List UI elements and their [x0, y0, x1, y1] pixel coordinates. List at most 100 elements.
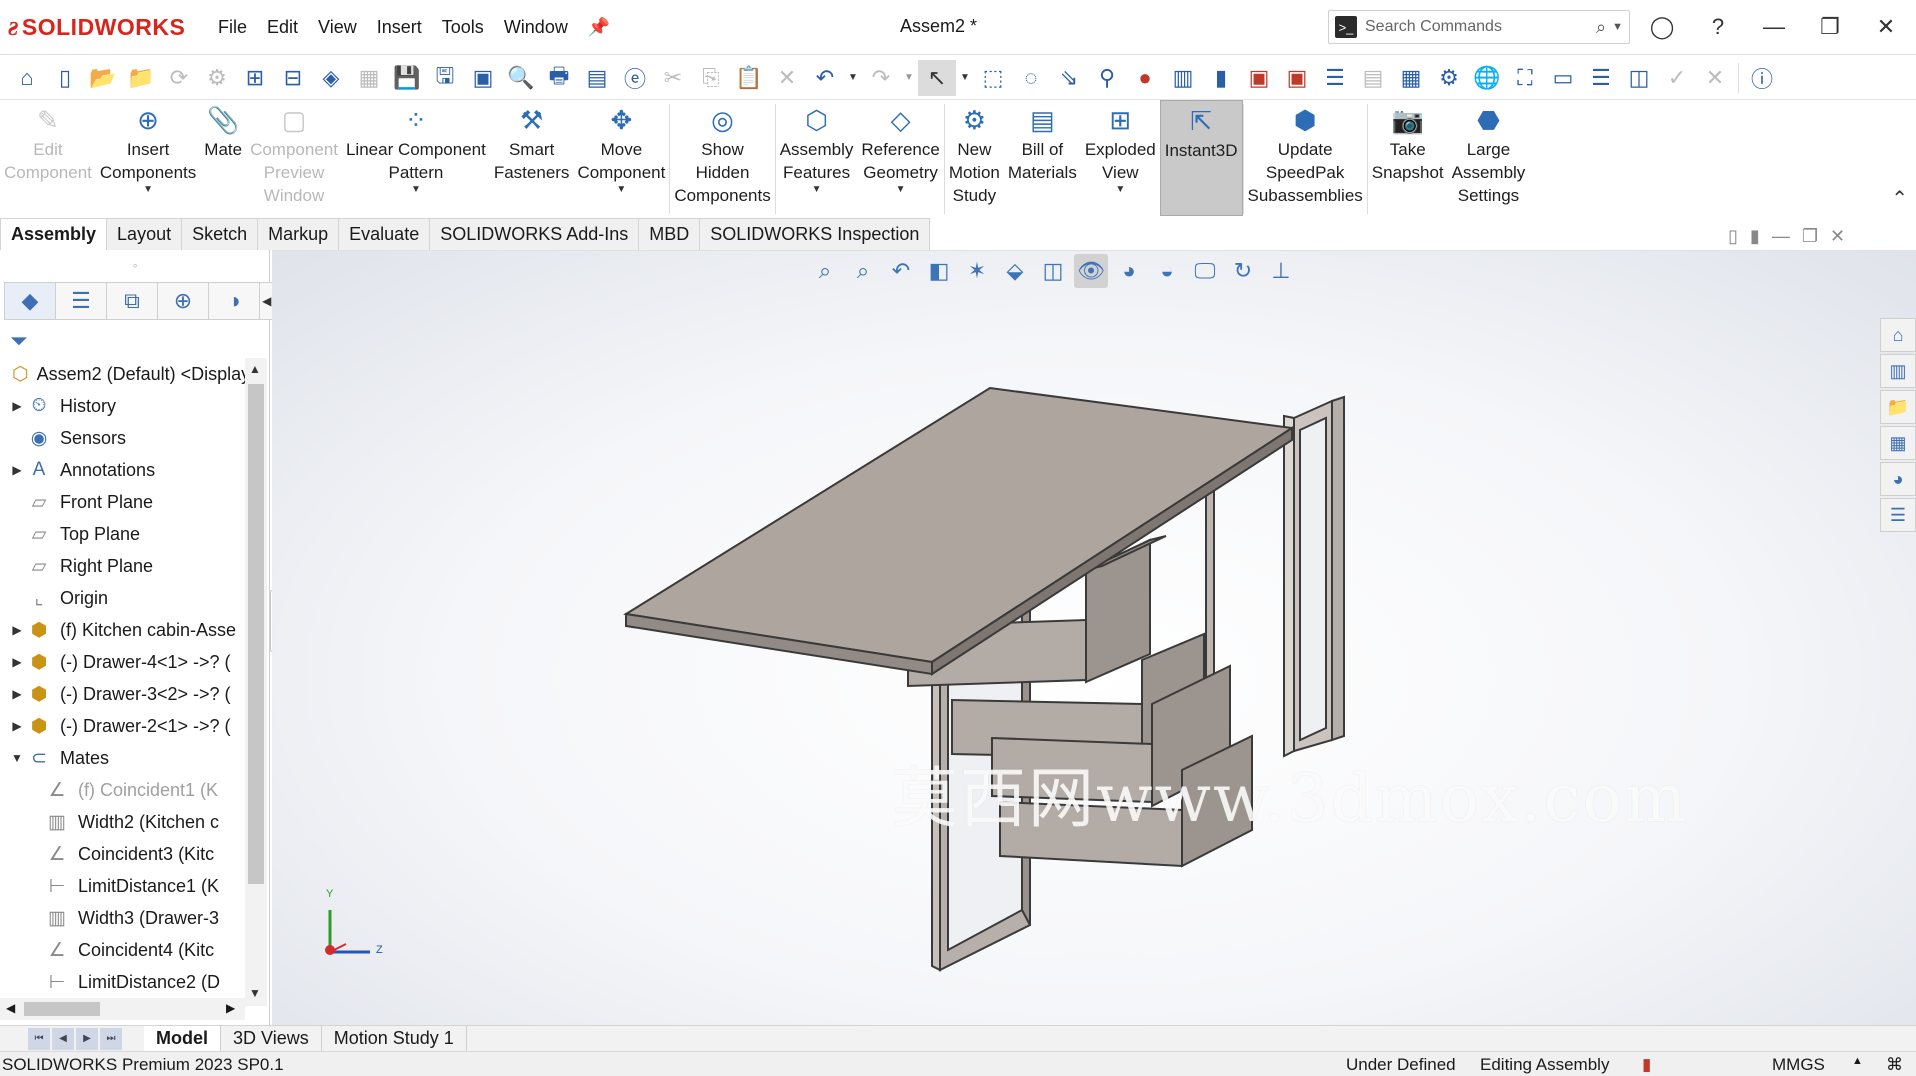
vertical-scrollbar[interactable]: ▲ ▼	[245, 358, 267, 1006]
rotate-view-icon[interactable]: ↻	[1226, 254, 1260, 288]
tab-mbd[interactable]: MBD	[638, 218, 701, 250]
chevron-down-icon[interactable]: ▼	[1612, 21, 1623, 33]
selection-filter-icon[interactable]: ⚲	[1088, 60, 1126, 96]
solidworks-resources-icon[interactable]: ⌂	[1880, 318, 1916, 352]
print-preview-icon[interactable]: 🔍	[502, 60, 540, 96]
design-library-icon[interactable]: ▥	[1880, 354, 1916, 388]
section-view-icon[interactable]: ◧	[922, 254, 956, 288]
file-explorer-icon[interactable]: 📁	[1880, 390, 1916, 424]
command-exploded-view[interactable]: ⊞ Exploded View ▼	[1081, 100, 1160, 216]
command-reference-geometry[interactable]: ◇ Reference Geometry ▼	[857, 100, 943, 216]
rebuild-traffic-light-icon[interactable]: ●	[1126, 60, 1164, 96]
select-box-icon[interactable]: ⬚	[974, 60, 1012, 96]
options-doc-icon[interactable]: ⚙	[198, 60, 236, 96]
scroll-left-icon[interactable]: ◀	[6, 1001, 15, 1015]
scroll-down-icon[interactable]: ▼	[249, 986, 261, 1000]
save-all-icon[interactable]: ▣	[464, 60, 502, 96]
tree-node[interactable]: ▶ ⬢ (-) Drawer-3<2> ->? (	[0, 678, 245, 710]
appearances-icon[interactable]: ◕	[1880, 462, 1916, 496]
command-large-assembly[interactable]: ⬣ Large Assembly Settings	[1448, 100, 1530, 216]
tree-node[interactable]: ⊢ LimitDistance2 (D	[0, 966, 245, 998]
tree-node[interactable]: ∠ Coincident4 (Kitc	[0, 934, 245, 966]
status-units[interactable]: MMGS	[1772, 1055, 1825, 1075]
print-icon[interactable]: 🖶	[540, 60, 578, 96]
viewport-minimize-icon[interactable]: —	[1772, 226, 1790, 247]
tree-node[interactable]: ∠ (f) Coincident1 (K	[0, 774, 245, 806]
tree-node[interactable]: ▶ ⬢ (-) Drawer-2<1> ->? (	[0, 710, 245, 742]
tab-model[interactable]: Model	[144, 1026, 221, 1051]
tab-sketch[interactable]: Sketch	[181, 218, 259, 250]
viewport-split-icon[interactable]: ▯	[1728, 226, 1738, 247]
search-commands[interactable]: >_ Search Commands ⌕ ▼	[1328, 10, 1630, 44]
tab-layout[interactable]: Layout	[106, 218, 183, 250]
view-settings-icon[interactable]: 🖵	[1188, 254, 1222, 288]
panel-grip[interactable]: ◦	[0, 250, 270, 280]
section-icon[interactable]: ▭	[1544, 60, 1582, 96]
view-orientation-icon[interactable]: ⬙	[998, 254, 1032, 288]
open-recent-icon[interactable]: 📁	[122, 60, 160, 96]
command-mate[interactable]: 📎 Mate	[200, 100, 246, 216]
copy-icon[interactable]: ⎘	[692, 60, 730, 96]
redo-dropdown-icon[interactable]: ▼	[900, 60, 918, 96]
collapse-ribbon-icon[interactable]: ⌃	[1891, 186, 1908, 211]
split-horizontal-icon[interactable]: ☰	[1582, 60, 1620, 96]
tree-node[interactable]: ⌞ Origin	[0, 582, 245, 614]
command-preview-window[interactable]: ▢ Component Preview Window	[246, 100, 342, 216]
viewport-restore-icon[interactable]: ❐	[1802, 226, 1818, 247]
select-lasso-icon[interactable]: ◌	[1012, 60, 1050, 96]
list-disabled-icon[interactable]: ▤	[1354, 60, 1392, 96]
command-motion-study[interactable]: ⚙ New Motion Study	[945, 100, 1004, 216]
pattern-icon[interactable]: ▦	[350, 60, 388, 96]
edraw-icon[interactable]: ⓔ	[616, 60, 654, 96]
model-view[interactable]	[272, 250, 1916, 1025]
tab-assembly[interactable]: Assembly	[0, 218, 108, 250]
previous-view-icon[interactable]: ↶	[884, 254, 918, 288]
list-icon[interactable]: ☰	[1316, 60, 1354, 96]
command-camera[interactable]: 📷 Take Snapshot	[1368, 100, 1448, 216]
select-dropdown-icon[interactable]: ▼	[956, 60, 974, 96]
units-dropdown-icon[interactable]: ▲	[1852, 1055, 1863, 1067]
menu-insert[interactable]: Insert	[369, 14, 430, 41]
options-icon[interactable]: ▮	[1202, 60, 1240, 96]
command-move-component[interactable]: ✥ Move Component ▼	[573, 100, 669, 216]
scroll-right-icon[interactable]: ▶	[226, 1001, 235, 1015]
undo-icon[interactable]: ↶	[806, 60, 844, 96]
rebuild-icon[interactable]: ⟳	[160, 60, 198, 96]
mate-toolbar-icon[interactable]: ⊟	[274, 60, 312, 96]
hide-show-items-icon[interactable]: 👁	[1074, 254, 1108, 288]
tree-node[interactable]: ∠ Coincident3 (Kitc	[0, 838, 245, 870]
help-icon[interactable]: ?	[1698, 10, 1738, 44]
command-linear-pattern[interactable]: ⁘ Linear Component Pattern ▼	[342, 100, 490, 216]
command-edit-component[interactable]: ✎ Edit Component	[0, 100, 96, 216]
menu-tools[interactable]: Tools	[434, 14, 492, 41]
tree-node[interactable]: ▶ ⬢ (-) Drawer-4<1> ->? (	[0, 646, 245, 678]
assembly-toolbar-icon[interactable]: ◈	[312, 60, 350, 96]
display-manager-tab-icon[interactable]: ◑	[208, 282, 260, 320]
chevron-down-icon[interactable]: ▼	[616, 184, 626, 196]
table-icon[interactable]: ▦	[1392, 60, 1430, 96]
desk-top[interactable]	[623, 386, 1295, 676]
view-palette-icon[interactable]: ▦	[1880, 426, 1916, 460]
tree-node[interactable]: ▱ Top Plane	[0, 518, 245, 550]
last-tab-icon[interactable]: ⏭	[100, 1027, 122, 1050]
chevron-down-icon[interactable]: ▼	[812, 184, 822, 196]
tree-node[interactable]: ▥ Width3 (Drawer-3	[0, 902, 245, 934]
chevron-down-icon[interactable]: ▼	[896, 184, 906, 196]
propertymanager-tab-icon[interactable]: ☰	[55, 282, 107, 320]
collapse-icon[interactable]: ▼	[8, 751, 26, 765]
display-style-icon[interactable]: ◫	[1036, 254, 1070, 288]
undo-dropdown-icon[interactable]: ▼	[844, 60, 862, 96]
rebuild-status-icon[interactable]: ▮	[1642, 1055, 1651, 1075]
paste-icon[interactable]: 📋	[730, 60, 768, 96]
gear-icon[interactable]: ⚙	[1430, 60, 1468, 96]
view-axis-icon[interactable]: ⊥	[1264, 254, 1298, 288]
menu-edit[interactable]: Edit	[259, 14, 306, 41]
tab-solidworks-inspection[interactable]: SOLIDWORKS Inspection	[699, 218, 931, 250]
tree-node[interactable]: ▱ Front Plane	[0, 486, 245, 518]
home-icon[interactable]: ⌂	[8, 60, 46, 96]
traffic-light-icon[interactable]: ▣	[1240, 60, 1278, 96]
expand-icon[interactable]: ▶	[8, 719, 26, 733]
tree-node[interactable]: ▥ Width2 (Kitchen c	[0, 806, 245, 838]
open-icon[interactable]: 📂	[84, 60, 122, 96]
new-document-icon[interactable]: ▯	[46, 60, 84, 96]
